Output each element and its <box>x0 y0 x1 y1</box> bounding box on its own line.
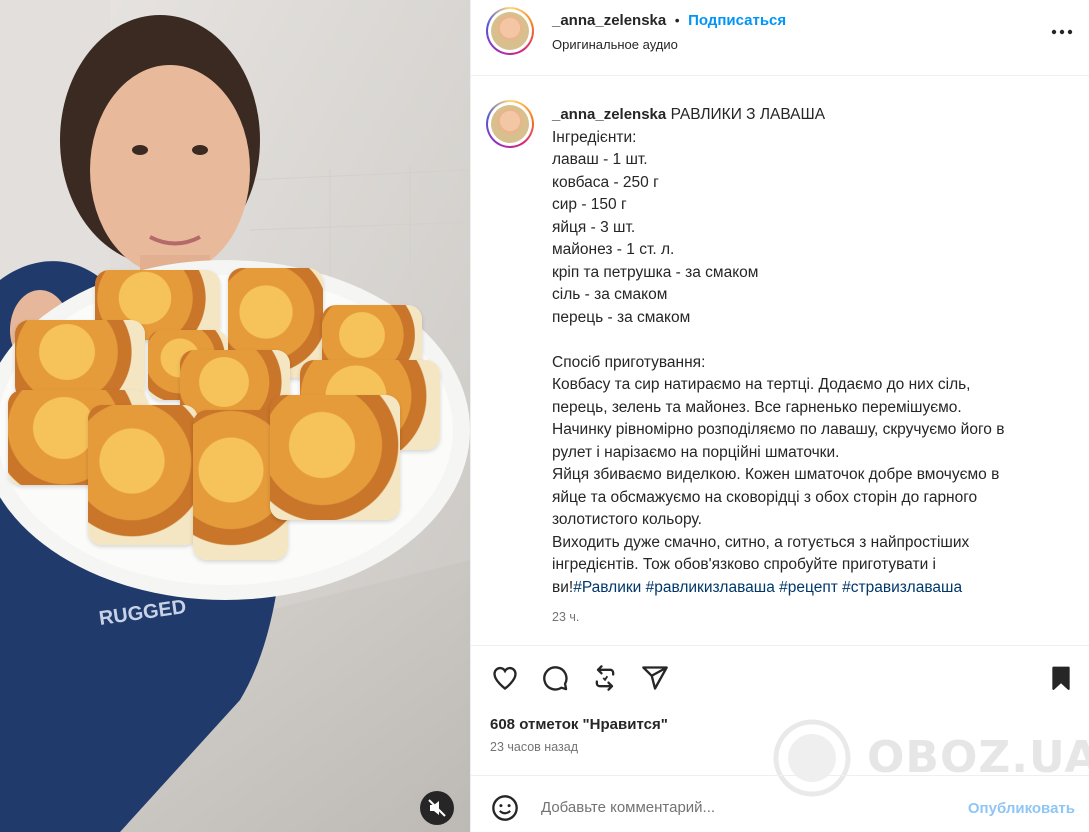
repost-icon <box>595 665 615 691</box>
caption-avatar[interactable] <box>486 100 534 148</box>
mute-button[interactable] <box>420 791 454 825</box>
post-details-panel: _anna_zelenska • Подписаться Оригинально… <box>470 0 1089 832</box>
send-icon <box>642 666 668 690</box>
post-header: _anna_zelenska • Подписаться Оригинально… <box>471 0 1089 76</box>
more-options-icon <box>1051 29 1073 35</box>
publish-button[interactable]: Опубликовать <box>968 800 1075 817</box>
caption-username[interactable]: _anna_zelenska <box>552 106 666 123</box>
avatar[interactable] <box>486 7 534 55</box>
likes-count[interactable]: 608 отметок "Нравится" <box>490 716 668 733</box>
like-button[interactable] <box>490 664 520 697</box>
post-media[interactable]: RUGGED <box>0 0 470 832</box>
more-options-button[interactable] <box>1049 22 1075 42</box>
caption-body: Інгредієнти: лаваш - 1 шт. ковбаса - 250… <box>552 128 1005 596</box>
food-roll <box>88 405 198 545</box>
caption-timestamp[interactable]: 23 ч. <box>552 610 579 624</box>
comment-bar: Опубликовать <box>471 775 1089 832</box>
emoji-icon <box>492 795 518 821</box>
comment-icon <box>543 666 568 691</box>
post-timestamp[interactable]: 23 часов назад <box>490 740 578 754</box>
caption-title: РАВЛИКИ З ЛАВАША <box>670 106 826 123</box>
repost-button[interactable] <box>590 664 620 697</box>
username-link[interactable]: _anna_zelenska <box>552 12 666 29</box>
muted-speaker-icon <box>428 799 446 817</box>
caption: _anna_zelenska РАВЛИКИ З ЛАВАША Інгредіє… <box>552 104 1052 599</box>
separator-dot: • <box>674 12 680 28</box>
hashtag-link[interactable]: #равликизлаваша <box>646 579 775 596</box>
food-roll <box>15 320 145 400</box>
heart-icon <box>493 666 517 690</box>
save-button[interactable] <box>1048 664 1074 697</box>
hashtag-link[interactable]: #рецепт <box>779 579 838 596</box>
audio-link[interactable]: Оригинальное аудио <box>552 37 678 52</box>
food-roll <box>270 395 400 520</box>
comment-input[interactable] <box>541 799 921 816</box>
emoji-button[interactable] <box>491 794 519 827</box>
bookmark-icon <box>1052 666 1070 690</box>
share-button[interactable] <box>640 664 670 697</box>
follow-button[interactable]: Подписаться <box>688 12 786 29</box>
hashtag-link[interactable]: #Равлики <box>573 579 641 596</box>
hashtag-link[interactable]: #стравизлаваша <box>842 579 962 596</box>
comment-button[interactable] <box>540 664 570 697</box>
